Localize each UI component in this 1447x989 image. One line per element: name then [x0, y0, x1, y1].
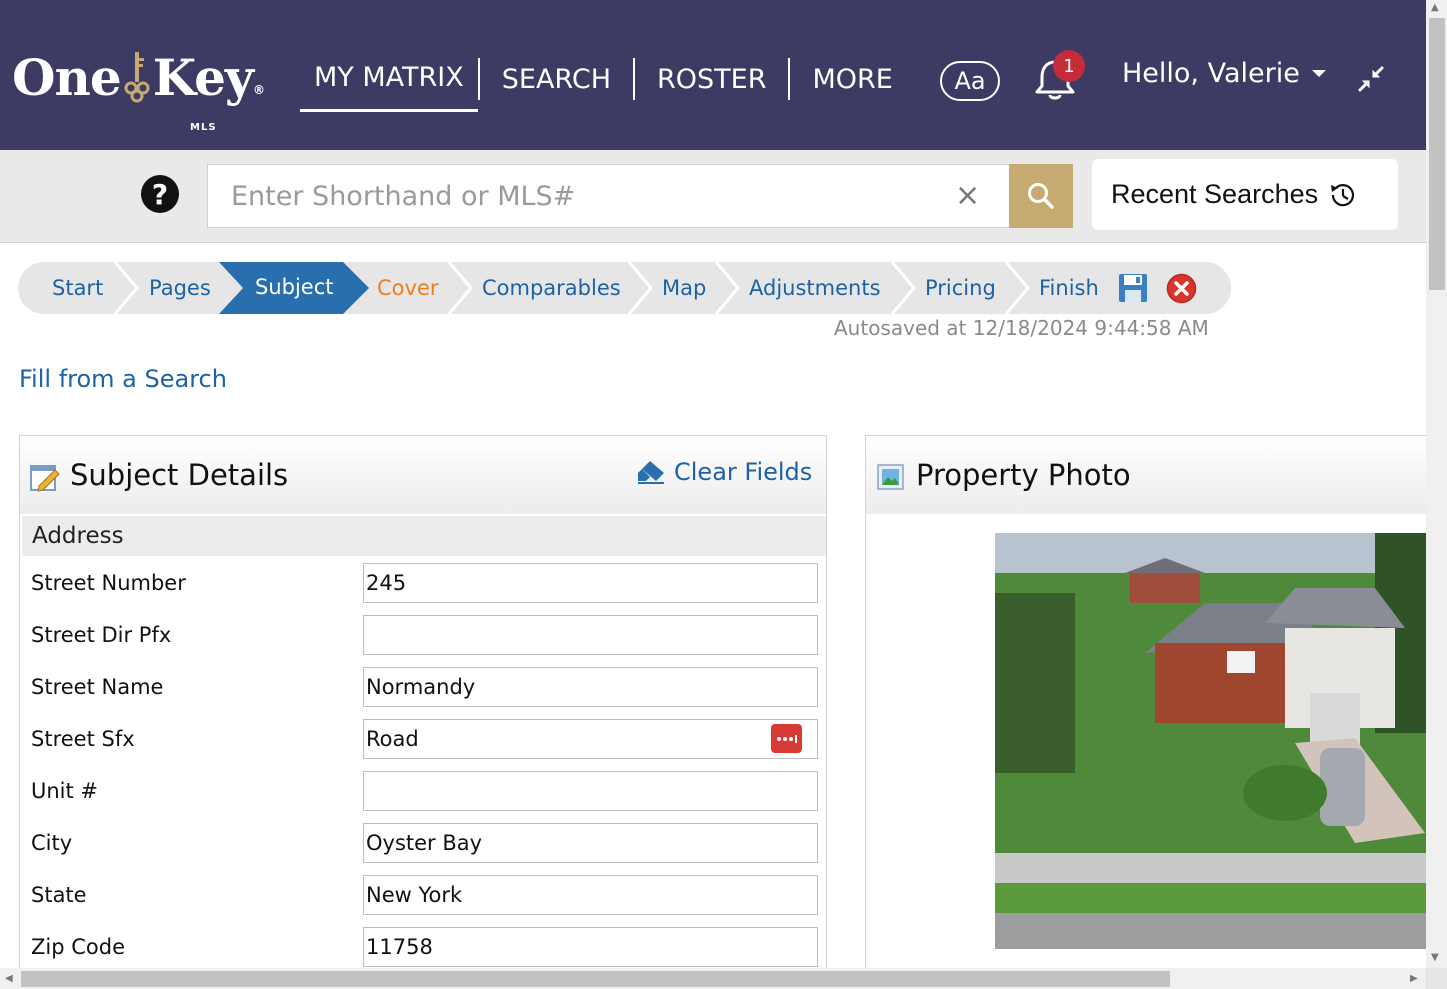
clear-fields-label: Clear Fields: [674, 458, 813, 486]
vertical-scroll-thumb[interactable]: [1429, 18, 1445, 290]
property-photo-panel: Property Photo: [865, 435, 1426, 975]
fill-from-search-link[interactable]: Fill from a Search: [19, 365, 227, 393]
scrollbar-corner: [1426, 968, 1447, 989]
key-icon: [123, 48, 151, 104]
logo-word-one: One: [12, 48, 122, 107]
eraser-icon: [638, 461, 664, 484]
search-box: [207, 164, 1010, 228]
history-icon: [1331, 183, 1355, 206]
state-field[interactable]: New York: [363, 875, 818, 915]
user-greeting: Hello, Valerie: [1122, 58, 1300, 89]
street-number-field[interactable]: 245: [363, 563, 818, 603]
street-sfx-field[interactable]: Road: [363, 719, 818, 759]
logo-mls-label: MLS: [190, 122, 217, 133]
nav-more[interactable]: MORE: [790, 46, 914, 112]
street-number-label: Street Number: [31, 571, 186, 595]
help-icon[interactable]: ?: [141, 175, 179, 213]
subject-details-panel: Subject Details Clear Fields Address Str…: [19, 435, 827, 975]
horizontal-scroll-thumb[interactable]: [21, 971, 1170, 987]
step-start[interactable]: Start: [52, 262, 103, 314]
step-separator: [447, 262, 473, 314]
user-menu[interactable]: Hello, Valerie: [1122, 58, 1326, 89]
property-photo[interactable]: [995, 533, 1426, 949]
street-sfx-label: Street Sfx: [31, 727, 135, 751]
lookup-icon[interactable]: [771, 724, 802, 753]
step-adjustments[interactable]: Adjustments: [749, 262, 881, 314]
chevron-down-icon: [1311, 70, 1326, 77]
search-input[interactable]: [208, 165, 928, 227]
step-separator: [890, 262, 916, 314]
save-icon[interactable]: [1118, 273, 1148, 303]
search-button[interactable]: [1009, 164, 1073, 228]
panel-title: Property Photo: [916, 458, 1131, 492]
search-icon: [1028, 183, 1054, 209]
edit-form-icon: [29, 462, 61, 492]
step-map[interactable]: Map: [662, 262, 706, 314]
form-row: Street Dir Pfx: [20, 615, 826, 667]
form-row: Street Name Normandy: [20, 667, 826, 719]
state-label: State: [31, 883, 87, 907]
form-row: Street Sfx Road: [20, 719, 826, 771]
step-subject-label: Subject: [255, 275, 334, 299]
step-pricing[interactable]: Pricing: [925, 262, 996, 314]
step-pages[interactable]: Pages: [149, 262, 211, 314]
step-separator: [627, 262, 653, 314]
city-label: City: [31, 831, 73, 855]
registered-mark: ®: [252, 83, 265, 97]
autosave-status: Autosaved at 12/18/2024 9:44:58 AM: [834, 316, 1209, 340]
address-section-header: Address: [22, 516, 826, 556]
onekey-mls-logo[interactable]: One Key ® MLS: [12, 48, 265, 133]
scroll-right-arrow-icon[interactable]: ▶: [1410, 973, 1418, 984]
form-row: Street Number 245: [20, 563, 826, 615]
image-icon: [877, 464, 904, 490]
step-separator: [1004, 262, 1030, 314]
collapse-icon[interactable]: [1354, 62, 1388, 96]
street-dir-pfx-field[interactable]: [363, 615, 818, 655]
unit-number-label: Unit #: [31, 779, 99, 803]
step-finish[interactable]: Finish: [1039, 262, 1099, 314]
clear-fields-button[interactable]: Clear Fields: [636, 458, 812, 486]
close-icon[interactable]: [1166, 273, 1197, 304]
panel-title: Subject Details: [70, 458, 289, 492]
nav-search[interactable]: SEARCH: [480, 46, 633, 112]
notification-badge: 1: [1053, 50, 1085, 82]
form-row: City Oyster Bay: [20, 823, 826, 875]
step-subject[interactable]: Subject: [219, 262, 369, 314]
city-field[interactable]: Oyster Bay: [363, 823, 818, 863]
font-size-button[interactable]: Aa: [940, 61, 1000, 101]
step-cover[interactable]: Cover: [377, 262, 439, 314]
scroll-down-arrow-icon[interactable]: ▼: [1431, 952, 1439, 963]
step-comparables[interactable]: Comparables: [482, 262, 621, 314]
clear-search-icon[interactable]: ×: [955, 181, 980, 211]
form-row: Unit #: [20, 771, 826, 823]
zip-code-field[interactable]: 11758: [363, 927, 818, 967]
zip-code-label: Zip Code: [31, 935, 125, 959]
main-nav: MY MATRIX SEARCH ROSTER MORE: [300, 46, 915, 112]
step-separator: [714, 262, 740, 314]
recent-searches-button[interactable]: Recent Searches: [1092, 159, 1398, 230]
scroll-up-arrow-icon[interactable]: ▲: [1431, 2, 1439, 13]
unit-number-field[interactable]: [363, 771, 818, 811]
nav-my-matrix[interactable]: MY MATRIX: [300, 46, 478, 112]
street-name-field[interactable]: Normandy: [363, 667, 818, 707]
street-name-label: Street Name: [31, 675, 164, 699]
form-row: State New York: [20, 875, 826, 927]
street-dir-pfx-label: Street Dir Pfx: [31, 623, 172, 647]
step-separator: [113, 262, 139, 314]
nav-roster[interactable]: ROSTER: [635, 46, 788, 112]
scroll-left-arrow-icon[interactable]: ◀: [5, 973, 13, 984]
recent-searches-label: Recent Searches: [1111, 179, 1319, 209]
